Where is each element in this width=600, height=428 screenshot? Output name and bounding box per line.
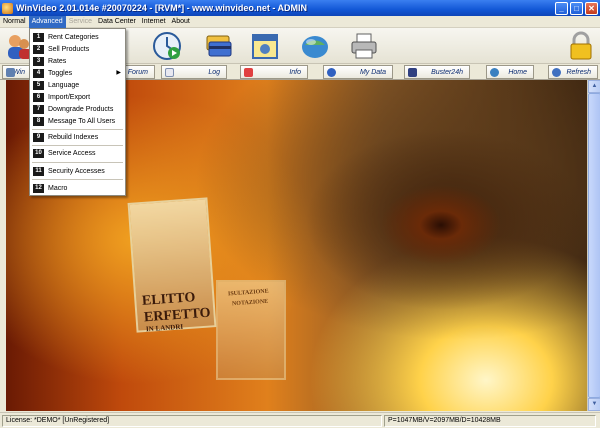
my-data-icon [327, 68, 336, 77]
menu-item-rent-categories[interactable]: 1 Rent Categories [30, 31, 125, 43]
cards-icon[interactable] [203, 31, 233, 61]
buster24h-icon [408, 68, 417, 77]
log-label: Log [208, 68, 220, 76]
menu-item-label: Toggles [48, 69, 73, 77]
menu-separator [32, 145, 123, 146]
menu-item-service-access[interactable]: 10 Service Access [30, 147, 125, 159]
menu-item-label: Service Access [48, 149, 96, 157]
menu-item-number: 8 [33, 116, 44, 126]
menu-item-macro[interactable]: 12 Macro [30, 182, 125, 194]
menu-item-number: 7 [33, 104, 44, 114]
info-label: Info [289, 68, 301, 76]
menu-item-number: 4 [33, 68, 44, 78]
home-icon [490, 68, 499, 77]
menu-item-label: Sell Products [48, 45, 90, 53]
memory-status: P=1047MB/V=2097MB/D=10428MB [384, 414, 596, 427]
title-bar: WinVideo 2.01.014e #20070224 - [RVM*] - … [0, 0, 600, 16]
home-label: Home [508, 68, 527, 76]
advanced-menu-dropdown: 1 Rent Categories 2 Sell Products 3 Rates 4… [29, 28, 126, 196]
menu-item-toggles[interactable]: 4 Toggles ▶ [30, 67, 125, 79]
menu-item-downgrade-products[interactable]: 7 Downgrade Products [30, 103, 125, 115]
app-icon [2, 2, 13, 14]
minimize-button[interactable]: _ [555, 1, 568, 15]
menu-normal[interactable]: Normal [0, 16, 29, 28]
lock-icon[interactable] [566, 31, 596, 61]
menu-separator [32, 179, 123, 180]
calendar-icon[interactable] [250, 31, 280, 61]
refresh-label: Refresh [566, 68, 591, 76]
menu-item-number: 12 [33, 183, 44, 193]
menu-bar: Normal Advanced Service Data Center Inte… [0, 15, 600, 28]
menu-item-label: Security Accesses [48, 167, 105, 175]
menu-service[interactable]: Service [66, 16, 95, 28]
menu-data-center[interactable]: Data Center [95, 16, 139, 28]
menu-item-number: 1 [33, 32, 44, 42]
menu-about[interactable]: About [169, 16, 193, 28]
menu-item-rebuild-indexes[interactable]: 9 Rebuild Indexes [30, 131, 125, 143]
menu-separator [32, 162, 123, 163]
buster24h-label: Buster24h [431, 68, 463, 76]
scroll-thumb[interactable] [588, 93, 600, 398]
scroll-up-icon[interactable]: ▲ [588, 80, 600, 93]
menu-item-number: 5 [33, 80, 44, 90]
buster24h-button[interactable]: Buster24h [404, 65, 470, 79]
menu-item-label: Language [48, 81, 80, 89]
status-bar: License: *DEMO* [UnRegistered] P=1047MB/… [0, 412, 600, 428]
menu-item-rates[interactable]: 3 Rates [30, 55, 125, 67]
menu-item-message-to-all-users[interactable]: 8 Message To All Users [30, 115, 125, 127]
info-button[interactable]: Info [240, 65, 308, 79]
printer-icon[interactable] [349, 31, 379, 61]
menu-item-label: Macro [48, 184, 68, 192]
win-button[interactable]: Win [2, 65, 32, 79]
menu-item-label: Message To All Users [48, 117, 116, 125]
home-button[interactable]: Home [486, 65, 534, 79]
menu-separator [32, 129, 123, 130]
menu-item-label: Downgrade Products [48, 105, 114, 113]
vertical-scrollbar[interactable]: ▲ ▼ [587, 80, 600, 411]
menu-internet[interactable]: Internet [139, 16, 169, 28]
menu-item-import-export[interactable]: 6 Import/Export [30, 91, 125, 103]
menu-advanced[interactable]: Advanced [28, 15, 66, 28]
log-icon [165, 68, 174, 77]
clock-play-icon[interactable] [152, 31, 182, 61]
menu-item-sell-products[interactable]: 2 Sell Products [30, 43, 125, 55]
log-button[interactable]: Log [161, 65, 227, 79]
submenu-arrow-icon: ▶ [116, 70, 121, 76]
menu-item-label: Import/Export [48, 93, 91, 101]
my-data-label: My Data [359, 68, 386, 76]
poster-caption: IN LANDRI [145, 322, 184, 334]
scroll-down-icon[interactable]: ▼ [588, 398, 600, 411]
globe-icon[interactable] [300, 31, 330, 61]
menu-item-language[interactable]: 5 Language [30, 79, 125, 91]
info-icon [244, 68, 253, 77]
win-icon [6, 68, 15, 77]
window-title: WinVideo 2.01.014e #20070224 - [RVM*] - … [16, 3, 308, 13]
my-data-button[interactable]: My Data [323, 65, 393, 79]
license-status: License: *DEMO* [UnRegistered] [2, 414, 382, 427]
menu-item-label: Rates [48, 57, 67, 65]
menu-item-number: 2 [33, 44, 44, 54]
menu-item-number: 3 [33, 56, 44, 66]
forum-label: Forum [127, 68, 148, 76]
refresh-icon [552, 68, 561, 77]
refresh-button[interactable]: Refresh [548, 65, 598, 79]
maximize-button[interactable]: □ [570, 1, 583, 15]
menu-item-label: Rent Categories [48, 33, 99, 41]
menu-item-number: 6 [33, 92, 44, 102]
menu-item-label: Rebuild Indexes [48, 133, 99, 141]
menu-item-number: 11 [33, 166, 44, 176]
menu-item-number: 10 [33, 148, 44, 158]
close-button[interactable]: ✕ [585, 1, 598, 15]
menu-item-number: 9 [33, 132, 44, 142]
menu-item-security-accesses[interactable]: 11 Security Accesses [30, 165, 125, 177]
